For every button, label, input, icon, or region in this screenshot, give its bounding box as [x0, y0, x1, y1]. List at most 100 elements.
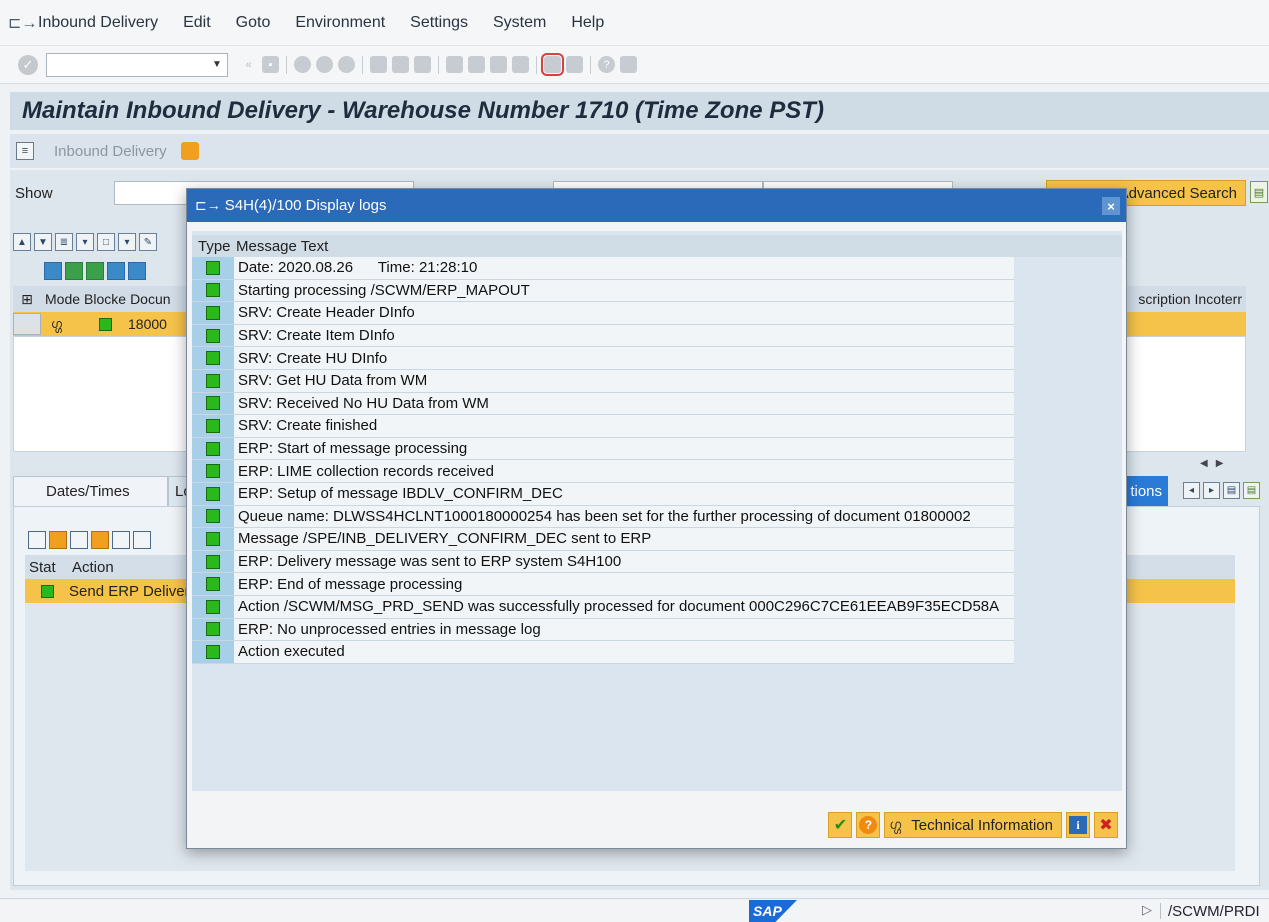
expand-status-icon[interactable]: ▷	[1142, 902, 1152, 918]
sort-descending-icon[interactable]	[86, 262, 104, 280]
refresh-icon[interactable]	[28, 531, 46, 549]
menu-help[interactable]: Help	[571, 14, 604, 32]
window-menu-icon[interactable]: ⊏→	[8, 13, 38, 33]
menu-inbound-delivery[interactable]: Inbound Delivery	[38, 14, 158, 32]
log-row[interactable]: Message /SPE/INB_DELIVERY_CONFIRM_DEC se…	[192, 528, 1014, 551]
inbound-delivery-button[interactable]: Inbound Delivery	[54, 143, 167, 160]
toolbar-separator	[536, 55, 537, 74]
scroll-right-icon[interactable]: ▶	[1216, 458, 1224, 469]
log-row[interactable]: ERP: Setup of message IBDLV_CONFIRM_DEC	[192, 482, 1014, 506]
last-page-icon[interactable]	[512, 56, 529, 73]
dialog-title-bar[interactable]: ⊏→ S4H(4)/100 Display logs ×	[187, 189, 1126, 222]
sap-logo: SAP	[749, 900, 797, 922]
layout-icon[interactable]: ▤	[1243, 482, 1260, 499]
log-table-header: Type Message Text	[192, 235, 1014, 257]
cancel-icon[interactable]	[338, 56, 355, 73]
filter-icon[interactable]	[128, 262, 146, 280]
find-icon[interactable]	[392, 56, 409, 73]
technical-information-button[interactable]: ഗ്ഗ Technical Information	[884, 812, 1062, 838]
info-button[interactable]: i	[1066, 812, 1090, 838]
first-page-icon[interactable]	[446, 56, 463, 73]
status-green-icon	[206, 622, 220, 637]
help-button[interactable]: ?	[856, 812, 881, 838]
log-row[interactable]: SRV: Get HU Data from WM	[192, 369, 1014, 393]
log-icon[interactable]	[91, 531, 109, 549]
status-green-icon	[206, 599, 220, 614]
find-next-icon[interactable]	[414, 56, 431, 73]
log-row[interactable]: ERP: LIME collection records received	[192, 460, 1014, 483]
toolbar-separator	[362, 55, 363, 74]
process-icon[interactable]	[49, 531, 67, 549]
log-row[interactable]: SRV: Create Item DInfo	[192, 324, 1014, 348]
log-row[interactable]: ERP: Delivery message was sent to ERP sy…	[192, 550, 1014, 574]
arrow-down-icon[interactable]: ▼	[34, 233, 52, 251]
menu-edit[interactable]: Edit	[183, 14, 211, 32]
status-green-icon	[206, 283, 220, 298]
log-row[interactable]: Starting processing /SCWM/ERP_MAPOUT	[192, 279, 1014, 303]
log-row[interactable]: Date: 2020.08.26 Time: 21:28:10	[192, 257, 1014, 280]
previous-page-icon[interactable]	[468, 56, 485, 73]
log-row[interactable]: ERP: End of message processing	[192, 573, 1014, 596]
shortcut-icon[interactable]	[566, 56, 583, 73]
tab-scroll-left-icon[interactable]: ◂	[1183, 482, 1200, 499]
menu-goto[interactable]: Goto	[236, 14, 271, 32]
log-row[interactable]: SRV: Received No HU Data from WM	[192, 392, 1014, 416]
command-field[interactable]: ▼	[46, 52, 228, 77]
log-message: SRV: Create finished	[238, 417, 378, 435]
back-icon[interactable]	[294, 56, 311, 73]
log-row[interactable]: Queue name: DLWSS4HCLNT1000180000254 has…	[192, 505, 1014, 529]
find-icon[interactable]	[107, 262, 125, 280]
scroll-icon[interactable]	[180, 142, 199, 160]
log-row[interactable]: SRV: Create finished	[192, 415, 1014, 438]
dropdown-icon[interactable]: ▾	[76, 233, 94, 251]
document-icon[interactable]: ≡	[16, 142, 34, 160]
tab-list-icon[interactable]: ▤	[1223, 482, 1240, 499]
tab-scroll-right-icon[interactable]: ▸	[1203, 482, 1220, 499]
new-document-icon[interactable]: □	[97, 233, 115, 251]
select-all-icon[interactable]: ⊞	[13, 291, 41, 308]
chevron-down-icon[interactable]: ▼	[207, 54, 227, 76]
horizontal-scroll[interactable]: ◀ ▶	[1200, 454, 1246, 472]
col-blocked: Blocke	[84, 291, 127, 307]
log-message: SRV: Create HU DInfo	[238, 349, 388, 367]
action-name: Send ERP Deliver	[69, 582, 190, 600]
print-icon[interactable]	[112, 531, 130, 549]
copy-icon[interactable]	[70, 531, 88, 549]
log-row[interactable]: SRV: Create Header DInfo	[192, 302, 1014, 325]
log-type-cell	[192, 482, 234, 505]
zoom-icon[interactable]	[44, 262, 62, 280]
double-left-icon[interactable]: «	[240, 56, 257, 73]
arrow-up-icon[interactable]: ▲	[13, 233, 31, 251]
log-row[interactable]: Action executed	[192, 641, 1014, 664]
row-selector[interactable]	[13, 313, 41, 335]
continue-button[interactable]: ✔	[828, 812, 853, 838]
menu-settings[interactable]: Settings	[410, 14, 468, 32]
help-icon[interactable]: ?	[598, 56, 615, 73]
status-green-icon	[206, 441, 220, 456]
details-icon[interactable]: ≣	[55, 233, 73, 251]
exit-icon[interactable]	[316, 56, 333, 73]
log-row[interactable]: ERP: Start of message processing	[192, 437, 1014, 461]
print-icon[interactable]	[370, 56, 387, 73]
next-page-icon[interactable]	[490, 56, 507, 73]
monitor-icon[interactable]	[620, 56, 637, 73]
scroll-left-icon[interactable]: ◀	[1200, 458, 1208, 469]
save-icon[interactable]: ▪	[262, 56, 279, 73]
log-message: ERP: Delivery message was sent to ERP sy…	[238, 553, 622, 571]
dropdown-icon[interactable]: ▾	[118, 233, 136, 251]
layout-icon[interactable]: ▤	[1250, 181, 1268, 203]
close-icon[interactable]: ×	[1102, 197, 1120, 215]
tab-dates-times[interactable]: Dates/Times	[13, 476, 168, 506]
sort-ascending-icon[interactable]	[65, 262, 83, 280]
cancel-button[interactable]: ✖	[1094, 812, 1118, 838]
log-message: ERP: No unprocessed entries in message l…	[238, 620, 541, 638]
find-icon[interactable]	[133, 531, 151, 549]
log-row[interactable]: Action /SCWM/MSG_PRD_SEND was successful…	[192, 595, 1014, 619]
menu-environment[interactable]: Environment	[295, 14, 385, 32]
log-row[interactable]: ERP: No unprocessed entries in message l…	[192, 618, 1014, 642]
enter-check-icon[interactable]: ✓	[18, 54, 38, 75]
log-row[interactable]: SRV: Create HU DInfo	[192, 347, 1014, 370]
edit-pencil-icon[interactable]: ✎	[139, 233, 157, 251]
create-session-icon[interactable]	[541, 53, 564, 76]
menu-system[interactable]: System	[493, 14, 546, 32]
